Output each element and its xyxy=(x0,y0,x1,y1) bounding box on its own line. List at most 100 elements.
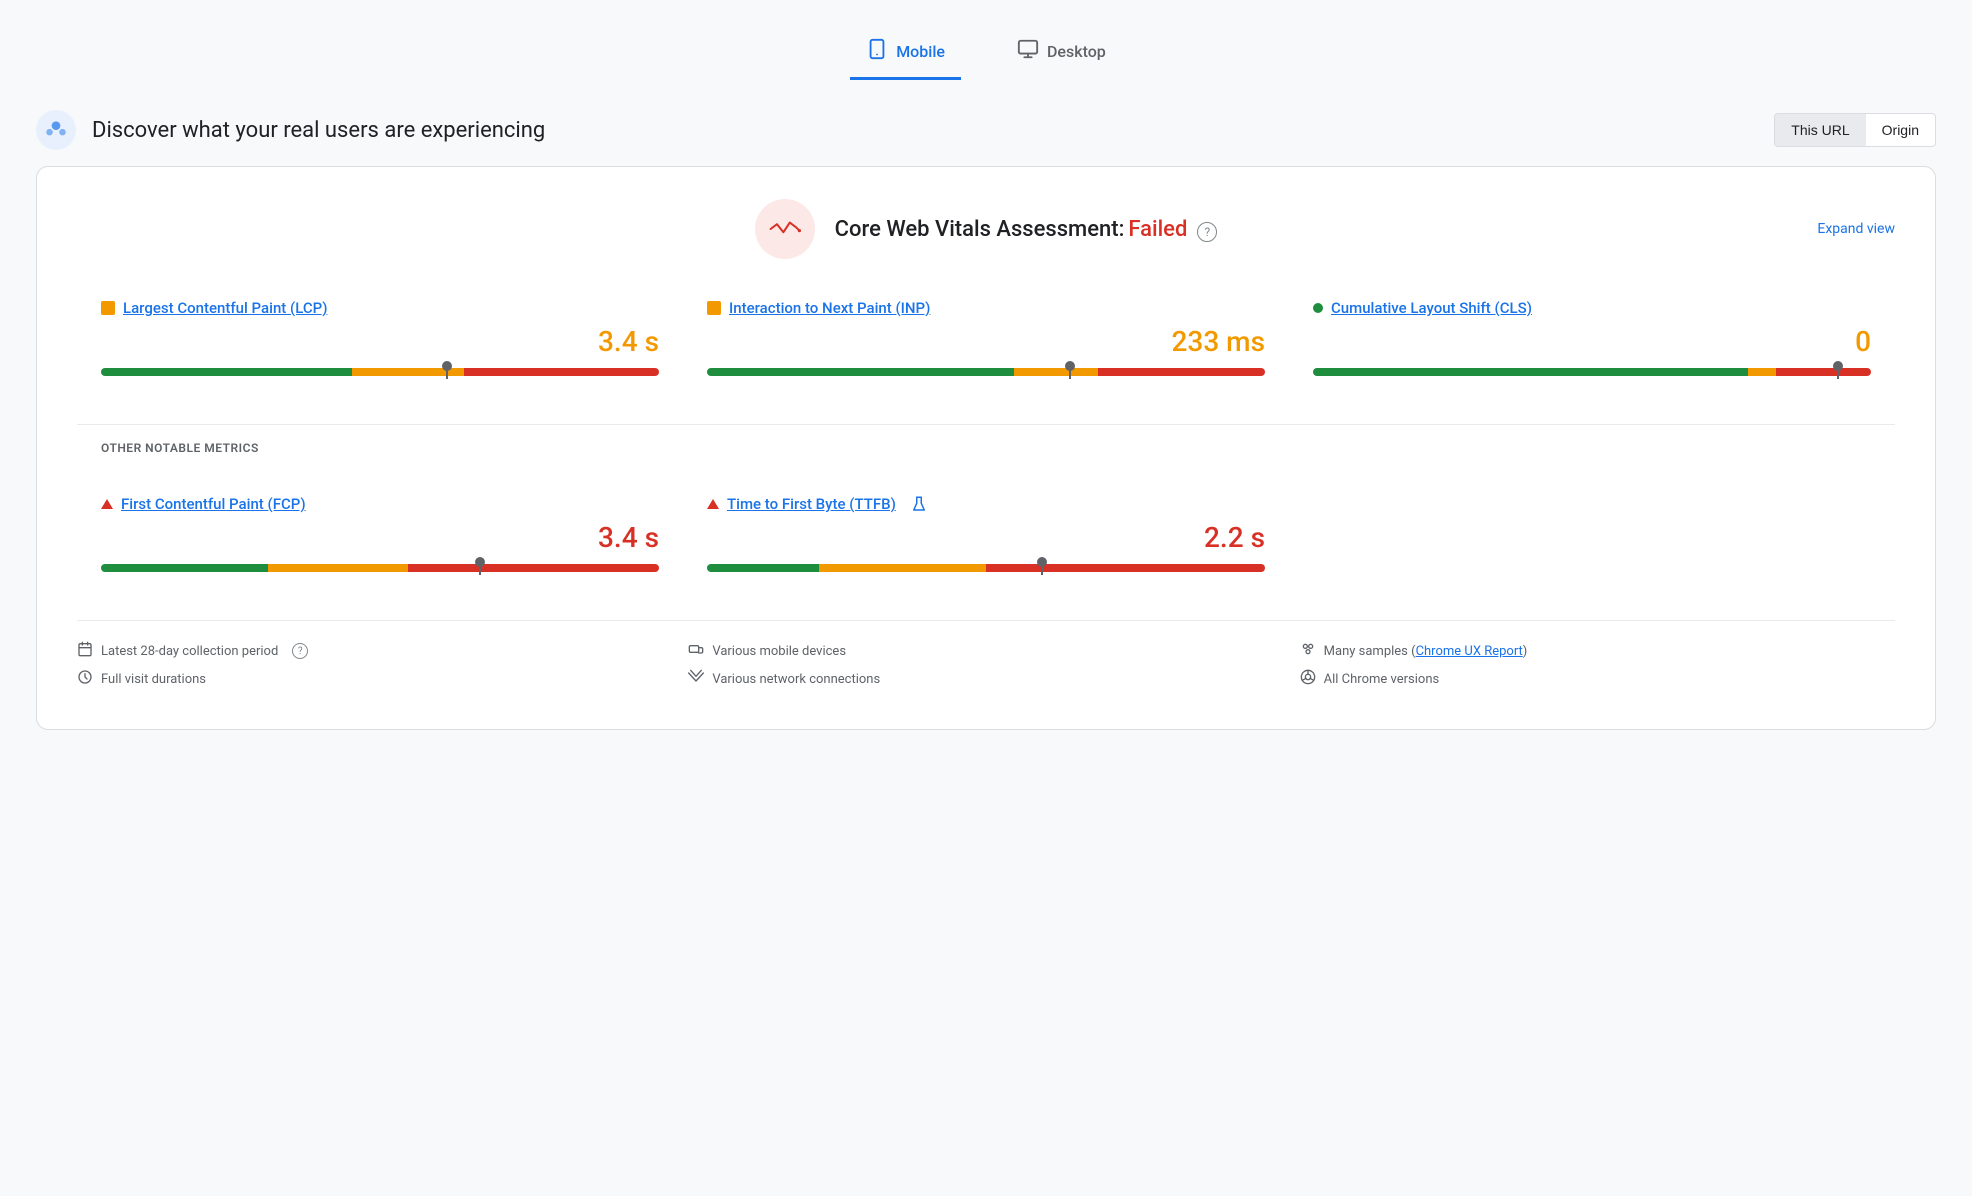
metric-cls-bar-segments xyxy=(1313,368,1871,376)
footer-col2: Various mobile devices Various network c… xyxy=(688,641,1283,697)
bar-marker xyxy=(1041,561,1043,575)
bar-green xyxy=(101,564,268,572)
metric-inp-bar-segments xyxy=(707,368,1265,376)
footer-samples-text: Many samples (Chrome UX Report) xyxy=(1324,644,1528,659)
header-title: Discover what your real users are experi… xyxy=(92,118,545,143)
devices-icon xyxy=(688,641,704,661)
tab-mobile[interactable]: Mobile xyxy=(850,30,961,80)
metric-ttfb: Time to First Byte (TTFB) 2.2 s xyxy=(683,475,1289,596)
metric-cls-value: 0 xyxy=(1313,325,1871,358)
metric-cls-header: Cumulative Layout Shift (CLS) xyxy=(1313,299,1871,317)
other-metrics-label: OTHER NOTABLE METRICS xyxy=(77,441,1895,455)
metric-lcp-label[interactable]: Largest Contentful Paint (LCP) xyxy=(123,299,327,317)
url-toggle-origin[interactable]: Origin xyxy=(1866,114,1935,146)
chrome-ux-report-link[interactable]: Chrome UX Report xyxy=(1416,644,1523,659)
url-toggle: This URL Origin xyxy=(1774,113,1936,147)
bar-red xyxy=(408,564,659,572)
metric-fcp: First Contentful Paint (FCP) 3.4 s xyxy=(77,475,683,596)
bar-red xyxy=(1776,368,1871,376)
bar-green xyxy=(707,564,819,572)
core-metrics-grid: Largest Contentful Paint (LCP) 3.4 s Int… xyxy=(77,279,1895,400)
footer-item-samples: Many samples (Chrome UX Report) xyxy=(1300,641,1895,661)
cwv-status: Failed xyxy=(1128,217,1187,242)
avatar xyxy=(36,110,76,150)
footer-network-text: Various network connections xyxy=(712,672,880,687)
metric-ttfb-value: 2.2 s xyxy=(707,521,1265,554)
bar-marker xyxy=(1837,365,1839,379)
metric-lcp-dot xyxy=(101,301,115,315)
metric-ttfb-header: Time to First Byte (TTFB) xyxy=(707,495,1265,513)
metric-inp-bar xyxy=(707,368,1265,380)
flask-icon-ttfb xyxy=(910,495,928,513)
bar-green xyxy=(707,368,1014,376)
metric-inp-dot xyxy=(707,301,721,315)
header-section: Discover what your real users are experi… xyxy=(36,110,1936,150)
metric-cls-bar xyxy=(1313,368,1871,380)
footer-chrome-text: All Chrome versions xyxy=(1324,672,1440,687)
bar-marker xyxy=(446,365,448,379)
metric-lcp-bar-segments xyxy=(101,368,659,376)
metric-inp-header: Interaction to Next Paint (INP) xyxy=(707,299,1265,317)
footer-item-collection: Latest 28-day collection period ? xyxy=(77,641,672,661)
empty-col xyxy=(1289,475,1895,596)
metric-cls-label[interactable]: Cumulative Layout Shift (CLS) xyxy=(1331,299,1532,317)
timer-icon xyxy=(77,669,93,689)
main-card: Core Web Vitals Assessment: Failed ? Exp… xyxy=(36,166,1936,730)
cwv-header: Core Web Vitals Assessment: Failed ? Exp… xyxy=(77,199,1895,259)
bar-marker xyxy=(1069,365,1071,379)
metric-cls-dot xyxy=(1313,303,1323,313)
footer-visit-text: Full visit durations xyxy=(101,672,206,687)
footer-devices-text: Various mobile devices xyxy=(712,644,846,659)
bar-red xyxy=(1098,368,1265,376)
footer-help-icon[interactable]: ? xyxy=(292,643,308,659)
cwv-title: Core Web Vitals Assessment: Failed ? xyxy=(835,217,1218,242)
tab-desktop[interactable]: Desktop xyxy=(1001,30,1122,80)
metric-ttfb-bar-segments xyxy=(707,564,1265,572)
metric-lcp: Largest Contentful Paint (LCP) 3.4 s xyxy=(77,279,683,400)
calendar-icon xyxy=(77,641,93,661)
chrome-icon xyxy=(1300,669,1316,689)
cwv-icon xyxy=(755,199,815,259)
bar-green xyxy=(101,368,352,376)
metric-fcp-label[interactable]: First Contentful Paint (FCP) xyxy=(121,495,306,513)
footer-section: Latest 28-day collection period ? Full v… xyxy=(77,620,1895,697)
desktop-icon xyxy=(1017,38,1039,65)
footer-item-visit: Full visit durations xyxy=(77,669,672,689)
triangle-icon-fcp xyxy=(101,499,113,509)
metric-inp-value: 233 ms xyxy=(707,325,1265,358)
section-divider xyxy=(77,424,1895,425)
samples-icon xyxy=(1300,641,1316,661)
footer-item-chrome: All Chrome versions xyxy=(1300,669,1895,689)
bar-orange xyxy=(1014,368,1098,376)
metric-lcp-value: 3.4 s xyxy=(101,325,659,358)
bar-orange xyxy=(268,564,408,572)
metric-inp-label[interactable]: Interaction to Next Paint (INP) xyxy=(729,299,930,317)
bar-green xyxy=(1313,368,1748,376)
footer-item-network: Various network connections xyxy=(688,669,1283,689)
network-icon xyxy=(688,669,704,689)
url-toggle-this-url[interactable]: This URL xyxy=(1775,114,1865,146)
metric-ttfb-bar xyxy=(707,564,1265,576)
expand-view-button[interactable]: Expand view xyxy=(1817,221,1895,237)
triangle-icon-ttfb xyxy=(707,499,719,509)
metric-inp: Interaction to Next Paint (INP) 233 ms xyxy=(683,279,1289,400)
footer-col1: Latest 28-day collection period ? Full v… xyxy=(77,641,672,697)
tab-bar: Mobile Desktop xyxy=(850,30,1122,80)
footer-item-devices: Various mobile devices xyxy=(688,641,1283,661)
metric-cls: Cumulative Layout Shift (CLS) 0 xyxy=(1289,279,1895,400)
metric-ttfb-label[interactable]: Time to First Byte (TTFB) xyxy=(727,495,896,513)
metric-fcp-header: First Contentful Paint (FCP) xyxy=(101,495,659,513)
tab-mobile-label: Mobile xyxy=(896,42,945,61)
bar-red xyxy=(986,564,1265,572)
footer-col3: Many samples (Chrome UX Report) All Chro… xyxy=(1300,641,1895,697)
mobile-icon xyxy=(866,38,888,65)
metric-fcp-value: 3.4 s xyxy=(101,521,659,554)
other-metrics-grid: First Contentful Paint (FCP) 3.4 s Time … xyxy=(77,475,1895,596)
bar-orange xyxy=(1748,368,1776,376)
metric-lcp-header: Largest Contentful Paint (LCP) xyxy=(101,299,659,317)
cwv-help-icon[interactable]: ? xyxy=(1197,222,1217,242)
metric-fcp-bar-segments xyxy=(101,564,659,572)
bar-orange xyxy=(819,564,986,572)
metric-fcp-bar xyxy=(101,564,659,576)
cwv-title-text: Core Web Vitals Assessment: xyxy=(835,217,1125,242)
